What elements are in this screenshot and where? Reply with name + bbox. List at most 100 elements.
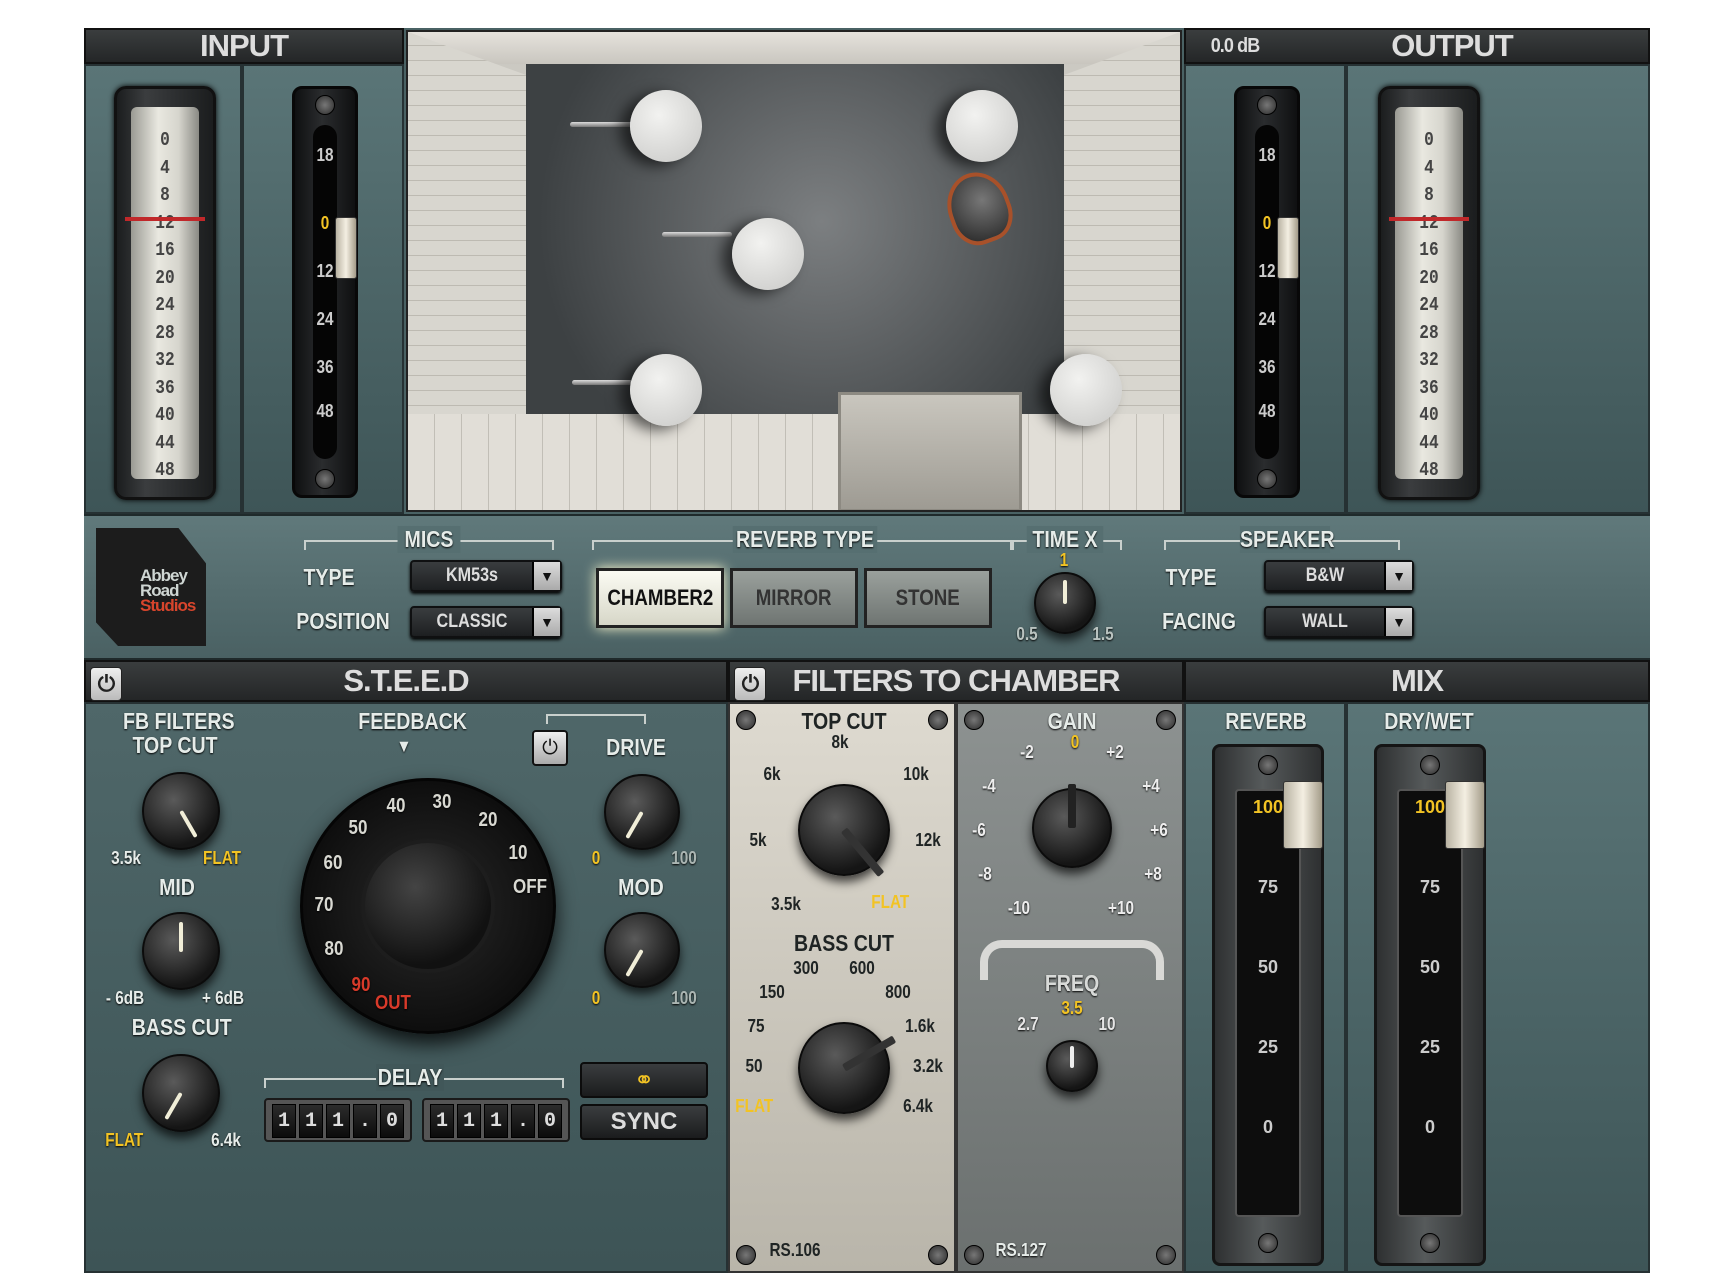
drywet-label: DRY/WET (1384, 708, 1474, 734)
drywet-fader-handle[interactable] (1445, 781, 1485, 849)
meter-tick: 28 (155, 321, 175, 344)
mix-tick: 75 (1419, 877, 1441, 897)
delay-digit: . (353, 1104, 377, 1138)
feedback-tick: OFF (513, 875, 548, 898)
mic-capsule-1[interactable] (630, 90, 702, 162)
reverb-fader[interactable]: 100 75 50 25 0 (1212, 744, 1324, 1266)
meter-tick: 36 (155, 376, 175, 399)
steed-power-button[interactable]: ⏻ (90, 667, 122, 701)
meter-tick: 32 (155, 349, 175, 371)
sync-button[interactable]: SYNC (580, 1104, 708, 1140)
top-cut-tick: 12k (915, 830, 941, 850)
filter-top-cut-knob[interactable] (798, 784, 890, 878)
speaker-facing-label: FACING (1162, 608, 1236, 634)
delay-left-display[interactable]: 111.0 (264, 1098, 412, 1142)
fb-top-cut-min: 3.5k (111, 848, 141, 868)
meter-tick: 28 (1419, 321, 1439, 344)
bass-cut-tick: 600 (849, 958, 875, 978)
gain-tick: 0 (1070, 732, 1080, 752)
timex-top-value: 1 (1059, 550, 1069, 570)
meter-tick: 0 (160, 129, 170, 151)
speaker-facing-dropdown[interactable]: WALL ▼ (1264, 606, 1414, 638)
fb-top-cut-knob[interactable] (142, 772, 220, 850)
filters-power-button[interactable]: ⏻ (734, 667, 766, 701)
trim-tick: 36 (316, 357, 334, 377)
input-trim-handle[interactable] (335, 217, 357, 279)
steed-header: ⏻ S.T.E.E.D (84, 660, 728, 702)
filters-title: FILTERS TO CHAMBER (792, 663, 1120, 698)
timex-knob[interactable] (1034, 572, 1096, 634)
drywet-fader[interactable]: 100 75 50 25 0 (1374, 744, 1486, 1266)
delay-digit: 1 (484, 1104, 508, 1138)
gain-knob[interactable] (1032, 784, 1112, 868)
mic-type-dropdown[interactable]: KM53s ▼ (410, 560, 562, 592)
mix-header: MIX (1184, 660, 1650, 702)
reverb-mix-panel: REVERB 100 75 50 25 0 (1184, 702, 1346, 1273)
feedback-tick: 90 (351, 973, 371, 996)
input-vu-meter: 0 4 8 12 16 20 24 28 32 36 40 44 48 (114, 86, 216, 500)
trim-tick: 24 (1258, 309, 1276, 329)
mod-knob[interactable] (604, 912, 680, 988)
mod-label: MOD (618, 874, 664, 900)
bass-cut-tick: 1.6k (905, 1016, 935, 1036)
input-title: INPUT (200, 28, 289, 63)
mix-tick: 0 (1424, 1117, 1435, 1137)
trim-tick: 48 (1258, 401, 1276, 421)
drive-knob[interactable] (604, 774, 680, 850)
mix-tick: 0 (1262, 1117, 1273, 1137)
mic-capsule-3[interactable] (732, 218, 804, 290)
meter-tick: 24 (155, 294, 175, 316)
link-button[interactable]: ⚭ (580, 1062, 708, 1098)
mic-4[interactable] (572, 380, 632, 385)
delay-digit: 1 (299, 1104, 323, 1138)
mic-capsule-2[interactable] (946, 90, 1018, 162)
gain-tick: -6 (972, 820, 986, 840)
mic-3[interactable] (662, 232, 732, 237)
freq-low: 2.7 (1017, 1014, 1039, 1034)
reverb-fader-handle[interactable] (1283, 781, 1323, 849)
mic-capsule-4[interactable] (630, 354, 702, 426)
top-cut-tick: 6k (763, 764, 781, 784)
mix-tick: 50 (1257, 957, 1279, 977)
drive-mod-power-button[interactable]: ⏻ (532, 730, 568, 766)
trim-tick: 18 (1258, 145, 1276, 165)
filter-bass-cut-knob[interactable] (798, 1022, 897, 1114)
freq-knob[interactable] (1046, 1040, 1098, 1092)
delay-digit: 1 (457, 1104, 481, 1138)
meter-needle (125, 217, 205, 221)
bass-cut-tick: 50 (745, 1056, 763, 1076)
fb-bass-cut-knob[interactable] (142, 1054, 220, 1132)
input-trim-fader[interactable]: 18 0 12 24 36 48 (292, 86, 358, 498)
reverb-type-stone[interactable]: STONE (864, 568, 992, 628)
feedback-dial[interactable]: OFF 10 20 30 40 50 60 70 80 90 OUT (300, 778, 556, 1034)
speaker-type-dropdown[interactable]: B&W ▼ (1264, 560, 1414, 592)
fb-bass-cut-max: 6.4k (211, 1130, 241, 1150)
mic-1[interactable] (570, 122, 636, 127)
chevron-down-icon: ▼ (1384, 562, 1412, 590)
power-icon: ⏻ (97, 671, 115, 696)
reverb-type-mirror[interactable]: MIRROR (730, 568, 858, 628)
gain-label: GAIN (1047, 708, 1097, 734)
fb-mid-knob[interactable] (142, 912, 220, 990)
speaker-right[interactable] (1050, 354, 1122, 426)
output-trim-handle[interactable] (1277, 217, 1299, 279)
reverb-type-chamber2[interactable]: CHAMBER2 (596, 568, 724, 628)
speaker-section-label: SPEAKER (1239, 526, 1335, 553)
fb-bass-cut-label: BASS CUT (131, 1014, 232, 1040)
rs127-label: RS.127 (995, 1240, 1047, 1260)
bass-cut-tick: 150 (759, 982, 785, 1002)
meter-tick: 20 (1419, 266, 1439, 289)
feedback-tick: 60 (323, 851, 343, 874)
meter-tick: 12 (1419, 211, 1439, 234)
delay-right-display[interactable]: 111.0 (422, 1098, 570, 1142)
output-trim-fader[interactable]: 18 0 12 24 36 48 (1234, 86, 1300, 498)
feedback-tick: 20 (478, 808, 498, 831)
mic-position-dropdown[interactable]: CLASSIC ▼ (410, 606, 562, 638)
meter-tick: 40 (155, 404, 175, 426)
chamber-room-view[interactable] (406, 30, 1182, 512)
meter-tick: 48 (155, 459, 175, 481)
feedback-tick: 80 (324, 937, 344, 960)
gain-tick: -10 (1007, 898, 1031, 918)
rs127-plate: GAIN -2 0 +2 -4 +4 -6 +6 -8 +8 -10 +10 FREQ 3.5 2.… (956, 702, 1184, 1273)
speaker-type-label: TYPE (1165, 564, 1217, 590)
